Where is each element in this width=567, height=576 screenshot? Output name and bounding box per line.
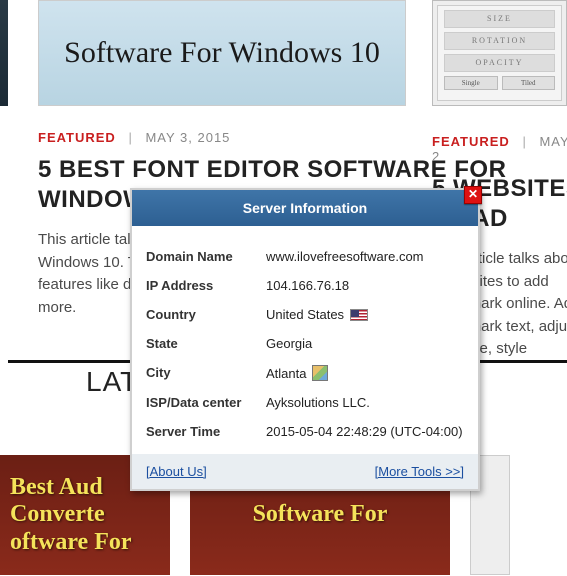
thumbnail-text: Software For Windows 10 [64,35,380,71]
server-info-modal: Server Information ✕ Domain Name www.ilo… [130,188,480,491]
row-value: 104.166.76.18 [266,278,464,293]
prev-card-edge [0,0,8,106]
row-key: State [146,336,266,351]
card-thumbnail[interactable]: Software For Windows 10 [38,0,406,106]
meta-sep: | [522,134,526,149]
modal-row-time: Server Time 2015-05-04 22:48:29 (UTC-04:… [146,417,464,446]
modal-titlebar: Server Information ✕ [132,190,478,226]
modal-row-country: Country United States [146,300,464,329]
panel-single-button: Single [444,76,498,90]
row-key: IP Address [146,278,266,293]
row-value: United States [266,307,464,322]
row-value: Atlanta [266,365,464,381]
card-thumbnail-2[interactable]: SIZE ROTATION OPACITY Single Tiled [432,0,567,106]
modal-row-isp: ISP/Data center Ayksolutions LLC. [146,388,464,417]
map-icon[interactable] [312,365,328,381]
row-key: Server Time [146,424,266,439]
row-key: City [146,365,266,381]
flag-us-icon [350,309,368,321]
row-key: Domain Name [146,249,266,264]
modal-title-text: Server Information [243,200,367,216]
row-value: 2015-05-04 22:48:29 (UTC-04:00) [266,424,464,439]
card-date: MAY 3, 2015 [145,130,230,145]
more-tools-link[interactable]: [More Tools >>] [375,464,464,479]
modal-row-state: State Georgia [146,329,464,358]
row-key: Country [146,307,266,322]
panel-size-label: SIZE [444,10,555,28]
card-category-2[interactable]: FEATURED [432,134,510,149]
panel-tiled-button: Tiled [502,76,556,90]
row-value: Georgia [266,336,464,351]
panel-opacity-label: OPACITY [444,54,555,72]
row-value: www.ilovefreesoftware.com [266,249,464,264]
meta-sep: | [128,130,132,145]
close-icon[interactable]: ✕ [464,186,482,204]
panel-mock: SIZE ROTATION OPACITY Single Tiled [437,5,562,101]
modal-row-domain: Domain Name www.ilovefreesoftware.com [146,242,464,271]
modal-row-city: City Atlanta [146,358,464,388]
row-value: Ayksolutions LLC. [266,395,464,410]
about-us-link[interactable]: [About Us] [146,464,207,479]
card-meta-2: FEATURED | MAY 3, 2 [432,134,567,164]
modal-body: Domain Name www.ilovefreesoftware.com IP… [132,226,478,454]
row-key: ISP/Data center [146,395,266,410]
modal-row-ip: IP Address 104.166.76.18 [146,271,464,300]
modal-footer: [About Us] [More Tools >>] [132,454,478,489]
panel-rotation-label: ROTATION [444,32,555,50]
card-category[interactable]: FEATURED [38,130,116,145]
